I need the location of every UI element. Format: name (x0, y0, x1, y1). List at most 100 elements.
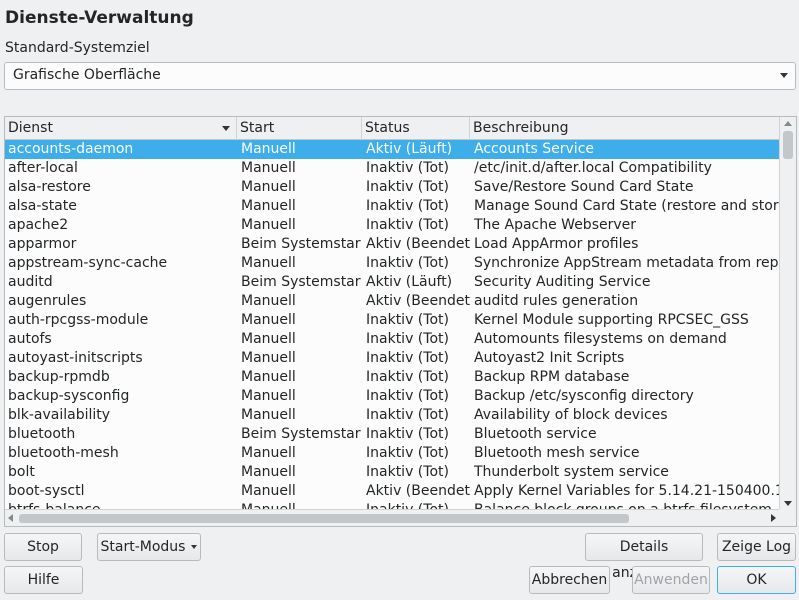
table-row[interactable]: autoyast-initscripts Manuell Inaktiv (Tot)… (5, 349, 780, 368)
cell-start: Beim Systemstart (241, 236, 361, 252)
column-header-description[interactable]: Beschreibung (470, 117, 780, 140)
cell-status: Inaktiv (Tot) (366, 407, 449, 423)
table-row[interactable]: apparmor Beim Systemstart Aktiv (Beendet) L… (5, 235, 780, 254)
cell-status: Inaktiv (Tot) (366, 198, 449, 214)
column-header-status[interactable]: Status (362, 117, 470, 140)
cell-description: Manage Sound Card State (restore and sto… (474, 198, 780, 214)
sort-descending-icon (222, 126, 230, 131)
cell-description: Automounts filesystems on demand (474, 331, 727, 347)
cell-description: Synchronize AppStream metadata from repo… (474, 255, 780, 271)
cell-start: Manuell (241, 483, 296, 499)
cell-service: alsa-state (8, 198, 77, 214)
cell-description: Availability of block devices (474, 407, 668, 423)
cell-description: /etc/init.d/after.local Compatibility (474, 160, 712, 176)
cell-status: Inaktiv (Tot) (366, 331, 449, 347)
cell-description: Apply Kernel Variables for 5.14.21-15040… (474, 483, 780, 499)
cell-status: Aktiv (Läuft) (366, 141, 453, 157)
stop-button[interactable]: Stop (4, 533, 82, 561)
table-body: accounts-daemon Manuell Aktiv (Läuft) Accou… (5, 140, 780, 510)
cell-description: Security Auditing Service (474, 274, 651, 290)
horizontal-scrollbar[interactable] (5, 509, 780, 526)
table-row[interactable]: auditd Beim Systemstart Aktiv (Läuft) Secur… (5, 273, 780, 292)
cell-description: auditd rules generation (474, 293, 639, 309)
chevron-down-icon (780, 73, 788, 78)
table-row[interactable]: bolt Manuell Inaktiv (Tot) Thunderbolt syst… (5, 463, 780, 482)
show-log-button[interactable]: Zeige Log (717, 533, 796, 561)
cell-status: Aktiv (Beendet) (366, 236, 470, 252)
cell-description: Thunderbolt system service (474, 464, 669, 480)
table-row[interactable]: after-local Manuell Inaktiv (Tot) /etc/init… (5, 159, 780, 178)
dialog-title: Dienste-Verwaltung (5, 8, 194, 28)
cell-service: augenrules (8, 293, 87, 309)
cell-start: Manuell (241, 388, 296, 404)
table-row[interactable]: backup-rpmdb Manuell Inaktiv (Tot) Backup R… (5, 368, 780, 387)
table-row[interactable]: alsa-restore Manuell Inaktiv (Tot) Save/Res… (5, 178, 780, 197)
cell-start: Beim Systemstart (241, 274, 361, 290)
cell-service: apache2 (8, 217, 69, 233)
cell-service: after-local (8, 160, 78, 176)
table-row[interactable]: boot-sysctl Manuell Aktiv (Beendet) Apply K… (5, 482, 780, 501)
cell-status: Aktiv (Beendet) (366, 293, 470, 309)
cell-status: Inaktiv (Tot) (366, 464, 449, 480)
cell-description: Backup /etc/sysconfig directory (474, 388, 694, 404)
cell-start: Beim Systemstart (241, 426, 361, 442)
default-target-value: Grafische Oberfläche (13, 67, 161, 83)
table-header: Dienst Start Status Beschreibung (5, 117, 780, 140)
help-button[interactable]: Hilfe (4, 566, 83, 594)
services-table[interactable]: Dienst Start Status Beschreibung account… (4, 116, 797, 527)
table-row[interactable]: bluetooth-mesh Manuell Inaktiv (Tot) Blueto… (5, 444, 780, 463)
cell-start: Manuell (241, 464, 296, 480)
default-target-select[interactable]: Grafische Oberfläche (4, 62, 796, 90)
table-row[interactable]: apache2 Manuell Inaktiv (Tot) The Apache We… (5, 216, 780, 235)
default-target-label: Standard-Systemziel (5, 40, 150, 56)
cell-service: backup-rpmdb (8, 369, 110, 385)
vertical-scrollbar[interactable] (779, 117, 796, 510)
cell-start: Manuell (241, 369, 296, 385)
dropdown-arrow-icon (191, 545, 198, 549)
cell-start: Manuell (241, 198, 296, 214)
column-header-service[interactable]: Dienst (5, 117, 237, 140)
cell-description: Load AppArmor profiles (474, 236, 639, 252)
cell-status: Aktiv (Läuft) (366, 274, 453, 290)
cell-service: appstream-sync-cache (8, 255, 168, 271)
table-row[interactable]: alsa-state Manuell Inaktiv (Tot) Manage Sou… (5, 197, 780, 216)
cell-service: apparmor (8, 236, 77, 252)
table-row[interactable]: appstream-sync-cache Manuell Inaktiv (Tot)… (5, 254, 780, 273)
cell-status: Inaktiv (Tot) (366, 426, 449, 442)
cell-status: Inaktiv (Tot) (366, 369, 449, 385)
cell-service: auditd (8, 274, 53, 290)
ok-button[interactable]: OK (717, 566, 796, 594)
cell-status: Inaktiv (Tot) (366, 179, 449, 195)
table-row[interactable]: autofs Manuell Inaktiv (Tot) Automounts fil… (5, 330, 780, 349)
scroll-up-icon[interactable] (784, 121, 792, 126)
cell-status: Inaktiv (Tot) (366, 312, 449, 328)
cell-description: Bluetooth mesh service (474, 445, 640, 461)
table-row[interactable]: auth-rpcgss-module Manuell Inaktiv (Tot) Ke… (5, 311, 780, 330)
cell-description: The Apache Webserver (474, 217, 637, 233)
cell-start: Manuell (241, 445, 296, 461)
scroll-left-icon[interactable] (8, 514, 13, 522)
cell-start: Manuell (241, 407, 296, 423)
horizontal-scroll-thumb[interactable] (19, 514, 629, 523)
apply-button[interactable]: Anwenden (632, 566, 710, 594)
table-row[interactable]: backup-sysconfig Manuell Inaktiv (Tot) Back… (5, 387, 780, 406)
table-row[interactable]: accounts-daemon Manuell Aktiv (Läuft) Accou… (5, 140, 780, 159)
cell-description: Bluetooth service (474, 426, 597, 442)
cell-service: backup-sysconfig (8, 388, 130, 404)
table-row[interactable]: bluetooth Beim Systemstart Inaktiv (Tot) Bl… (5, 425, 780, 444)
vertical-scroll-thumb[interactable] (783, 131, 793, 159)
show-details-button[interactable]: Details anzeigen (585, 533, 703, 581)
table-row[interactable]: augenrules Manuell Aktiv (Beendet) auditd r… (5, 292, 780, 311)
start-mode-button[interactable]: Start-Modus (97, 533, 201, 561)
cell-start: Manuell (241, 293, 296, 309)
cancel-button[interactable]: Abbrechen (529, 566, 610, 594)
cell-status: Inaktiv (Tot) (366, 445, 449, 461)
cell-status: Inaktiv (Tot) (366, 217, 449, 233)
scroll-right-icon[interactable] (771, 514, 776, 522)
cell-description: Backup RPM database (474, 369, 630, 385)
scroll-down-icon[interactable] (784, 501, 792, 506)
cell-start: Manuell (241, 312, 296, 328)
column-header-start[interactable]: Start (237, 117, 362, 140)
cell-start: Manuell (241, 179, 296, 195)
table-row[interactable]: blk-availability Manuell Inaktiv (Tot) Avai… (5, 406, 780, 425)
